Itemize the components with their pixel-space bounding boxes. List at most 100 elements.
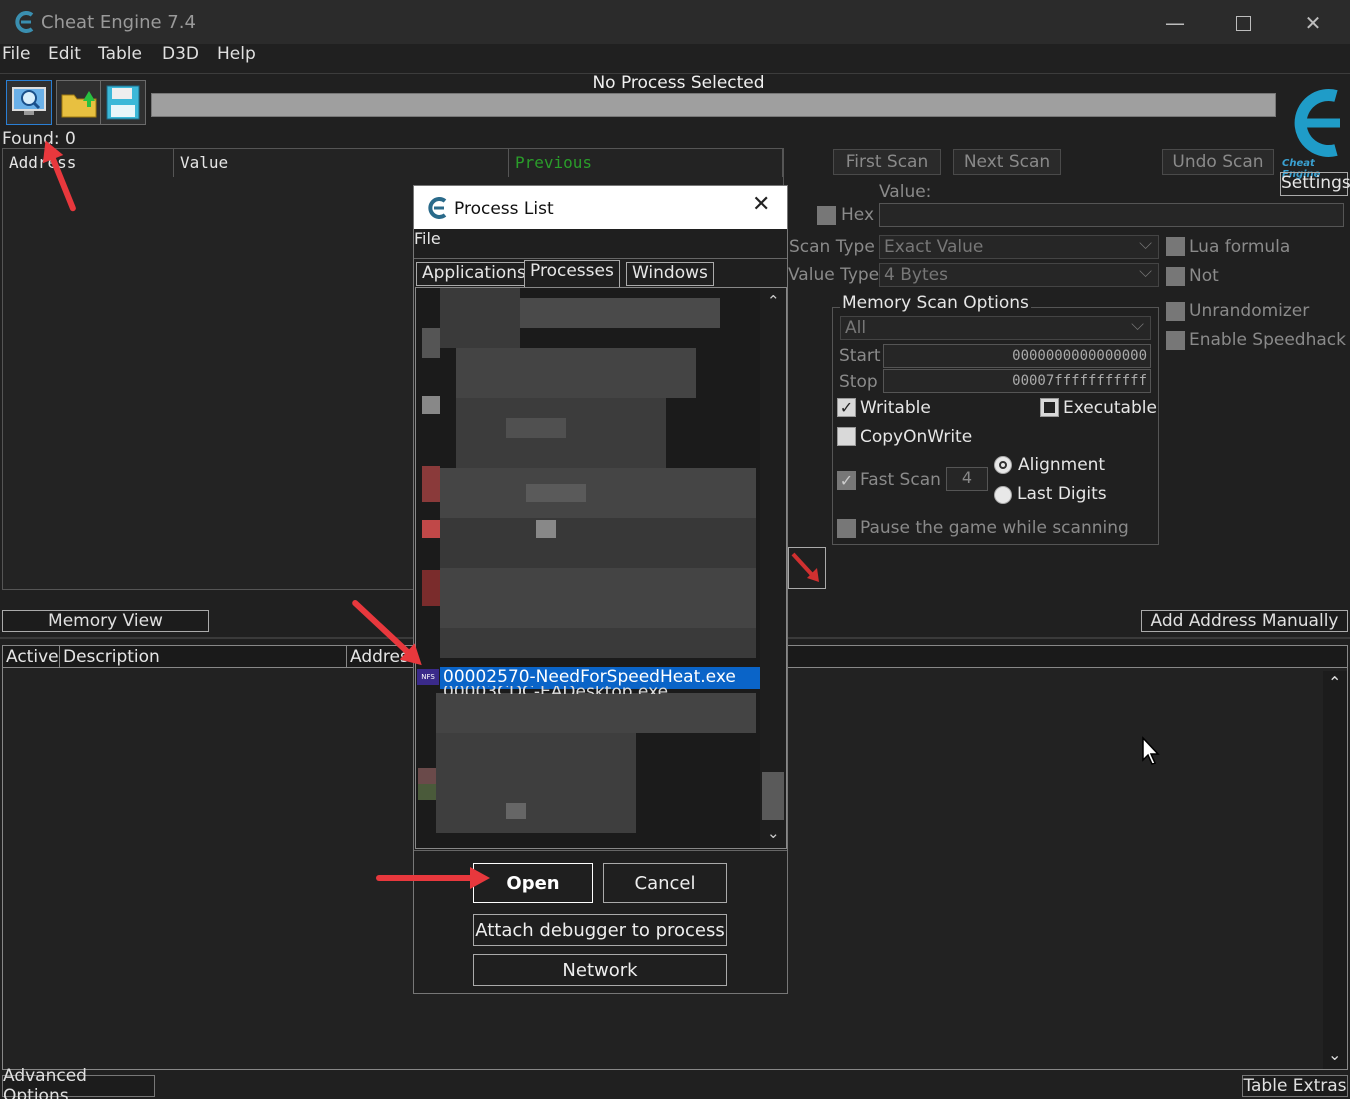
value-type-select[interactable]: 4 Bytes xyxy=(879,262,1159,287)
process-list[interactable]: NFS 00002570-NeedForSpeedHeat.exe 00003C… xyxy=(415,287,787,849)
save-file-button[interactable] xyxy=(100,80,146,125)
scan-type-select[interactable]: Exact Value xyxy=(879,234,1159,259)
copy-on-write-checkbox[interactable] xyxy=(837,427,856,446)
dialog-menu-divider xyxy=(414,258,787,259)
advanced-options-button[interactable]: Advanced Options xyxy=(2,1066,155,1099)
lua-formula-checkbox[interactable] xyxy=(1166,237,1185,256)
dialog-button-divider xyxy=(414,850,787,851)
not-checkbox[interactable] xyxy=(1166,267,1185,286)
speedhack-checkbox[interactable] xyxy=(1166,331,1185,350)
alignment-radio[interactable] xyxy=(994,456,1012,474)
value-type-label: Value Type xyxy=(788,265,880,285)
pause-game-label: Pause the game while scanning xyxy=(860,518,1129,538)
tab-applications[interactable]: Applications xyxy=(416,262,532,286)
open-folder-icon xyxy=(61,91,97,118)
not-label: Not xyxy=(1189,266,1219,286)
settings-button[interactable]: Settings xyxy=(1280,172,1350,196)
dialog-title: Process List xyxy=(454,199,554,219)
diagonal-arrow-icon xyxy=(791,552,819,582)
scan-type-label: Scan Type xyxy=(789,237,875,257)
nfs-process-icon: NFS xyxy=(417,669,439,685)
column-address[interactable]: Address xyxy=(3,149,174,177)
stop-label: Stop xyxy=(839,372,878,392)
memory-region-select[interactable]: All xyxy=(840,315,1151,340)
executable-label: Executable xyxy=(1063,398,1157,418)
title-bar: Cheat Engine 7.4 — ✕ xyxy=(0,0,1350,46)
fast-scan-checkbox[interactable]: ✓ xyxy=(837,471,856,490)
mouse-cursor-icon xyxy=(1142,736,1160,765)
hex-checkbox[interactable] xyxy=(817,206,836,225)
unrandomizer-label: Unrandomizer xyxy=(1189,301,1310,321)
value-label: Value: xyxy=(879,182,932,202)
cheat-engine-logo-icon xyxy=(428,197,447,219)
fast-scan-input[interactable]: 4 xyxy=(946,467,988,491)
scroll-up-icon[interactable]: ⌃ xyxy=(767,292,780,310)
next-process-label: 00003CDC-EADesktop.exe xyxy=(443,686,668,694)
dialog-close-icon[interactable]: ✕ xyxy=(752,192,770,217)
executable-checkbox[interactable] xyxy=(1040,398,1059,417)
tab-windows[interactable]: Windows xyxy=(626,262,714,286)
open-file-button[interactable] xyxy=(56,80,102,125)
menu-d3d[interactable]: D3D xyxy=(162,44,199,64)
scroll-down-icon[interactable]: ⌄ xyxy=(767,824,780,842)
process-label: No Process Selected xyxy=(592,73,765,93)
hex-label: Hex xyxy=(841,205,875,225)
scroll-thumb[interactable] xyxy=(762,772,784,820)
column-value[interactable]: Value xyxy=(174,149,509,177)
unrandomizer-checkbox[interactable] xyxy=(1166,302,1185,321)
column-previous[interactable]: Previous xyxy=(509,149,783,177)
lua-formula-label: Lua formula xyxy=(1189,237,1291,257)
stop-address-input[interactable]: 00007fffffffffff xyxy=(883,369,1151,393)
scroll-up-icon[interactable]: ⌃ xyxy=(1328,673,1341,692)
close-icon[interactable]: ✕ xyxy=(1278,0,1348,46)
cancel-button[interactable]: Cancel xyxy=(603,863,727,903)
select-process-button[interactable] xyxy=(6,80,52,125)
writable-checkbox[interactable]: ✓ xyxy=(837,398,856,417)
scroll-down-icon[interactable]: ⌄ xyxy=(1328,1045,1341,1064)
menu-file[interactable]: File xyxy=(2,44,30,64)
annotation-arrow-open xyxy=(376,867,490,889)
column-description[interactable]: Description xyxy=(60,646,347,668)
first-scan-button[interactable]: First Scan xyxy=(833,149,941,175)
copy-to-table-button[interactable] xyxy=(788,547,826,589)
next-process-row[interactable]: 00003CDC-EADesktop.exe xyxy=(443,686,743,694)
menu-help[interactable]: Help xyxy=(217,44,256,64)
writable-label: Writable xyxy=(860,398,931,418)
alignment-label: Alignment xyxy=(1018,455,1106,475)
minimize-icon[interactable]: — xyxy=(1140,0,1210,46)
menu-table[interactable]: Table xyxy=(98,44,142,64)
scan-progress-bar xyxy=(151,93,1276,117)
cheat-engine-logo-icon xyxy=(12,10,36,34)
computer-search-icon xyxy=(12,87,46,115)
last-digits-label: Last Digits xyxy=(1017,484,1107,504)
maximize-icon[interactable] xyxy=(1208,0,1278,46)
floppy-disk-icon xyxy=(106,85,140,120)
start-label: Start xyxy=(839,346,881,366)
undo-scan-button[interactable]: Undo Scan xyxy=(1162,149,1274,175)
add-address-manually-button[interactable]: Add Address Manually xyxy=(1141,610,1348,632)
last-digits-radio[interactable] xyxy=(994,486,1012,504)
table-extras-button[interactable]: Table Extras xyxy=(1242,1075,1348,1097)
next-scan-button[interactable]: Next Scan xyxy=(953,149,1061,175)
memory-view-button[interactable]: Memory View xyxy=(2,610,209,632)
speedhack-label: Enable Speedhack xyxy=(1189,330,1346,350)
memory-scan-options-title: Memory Scan Options xyxy=(840,293,1031,313)
attach-debugger-button[interactable]: Attach debugger to process xyxy=(473,914,727,946)
fast-scan-label: Fast Scan xyxy=(860,470,941,490)
menu-bar: File Edit Table D3D Help xyxy=(0,44,1350,68)
column-active[interactable]: Active xyxy=(3,646,60,668)
tab-processes[interactable]: Processes xyxy=(524,260,620,287)
dialog-title-bar: Process List ✕ xyxy=(414,186,787,229)
pause-game-checkbox[interactable] xyxy=(837,519,856,538)
network-button[interactable]: Network xyxy=(473,954,727,986)
dialog-menu-file[interactable]: File xyxy=(414,229,441,248)
menu-edit[interactable]: Edit xyxy=(48,44,81,64)
value-input[interactable] xyxy=(879,203,1344,227)
copy-on-write-label: CopyOnWrite xyxy=(860,427,973,447)
start-address-input[interactable]: 0000000000000000 xyxy=(883,344,1151,368)
window-title: Cheat Engine 7.4 xyxy=(41,12,196,33)
table-scrollbar[interactable]: ⌃ ⌄ xyxy=(1323,671,1347,1069)
open-button[interactable]: Open xyxy=(473,863,593,903)
memory-scan-options-group xyxy=(832,307,1159,545)
process-list-scrollbar[interactable]: ⌃ ⌄ xyxy=(760,288,786,848)
